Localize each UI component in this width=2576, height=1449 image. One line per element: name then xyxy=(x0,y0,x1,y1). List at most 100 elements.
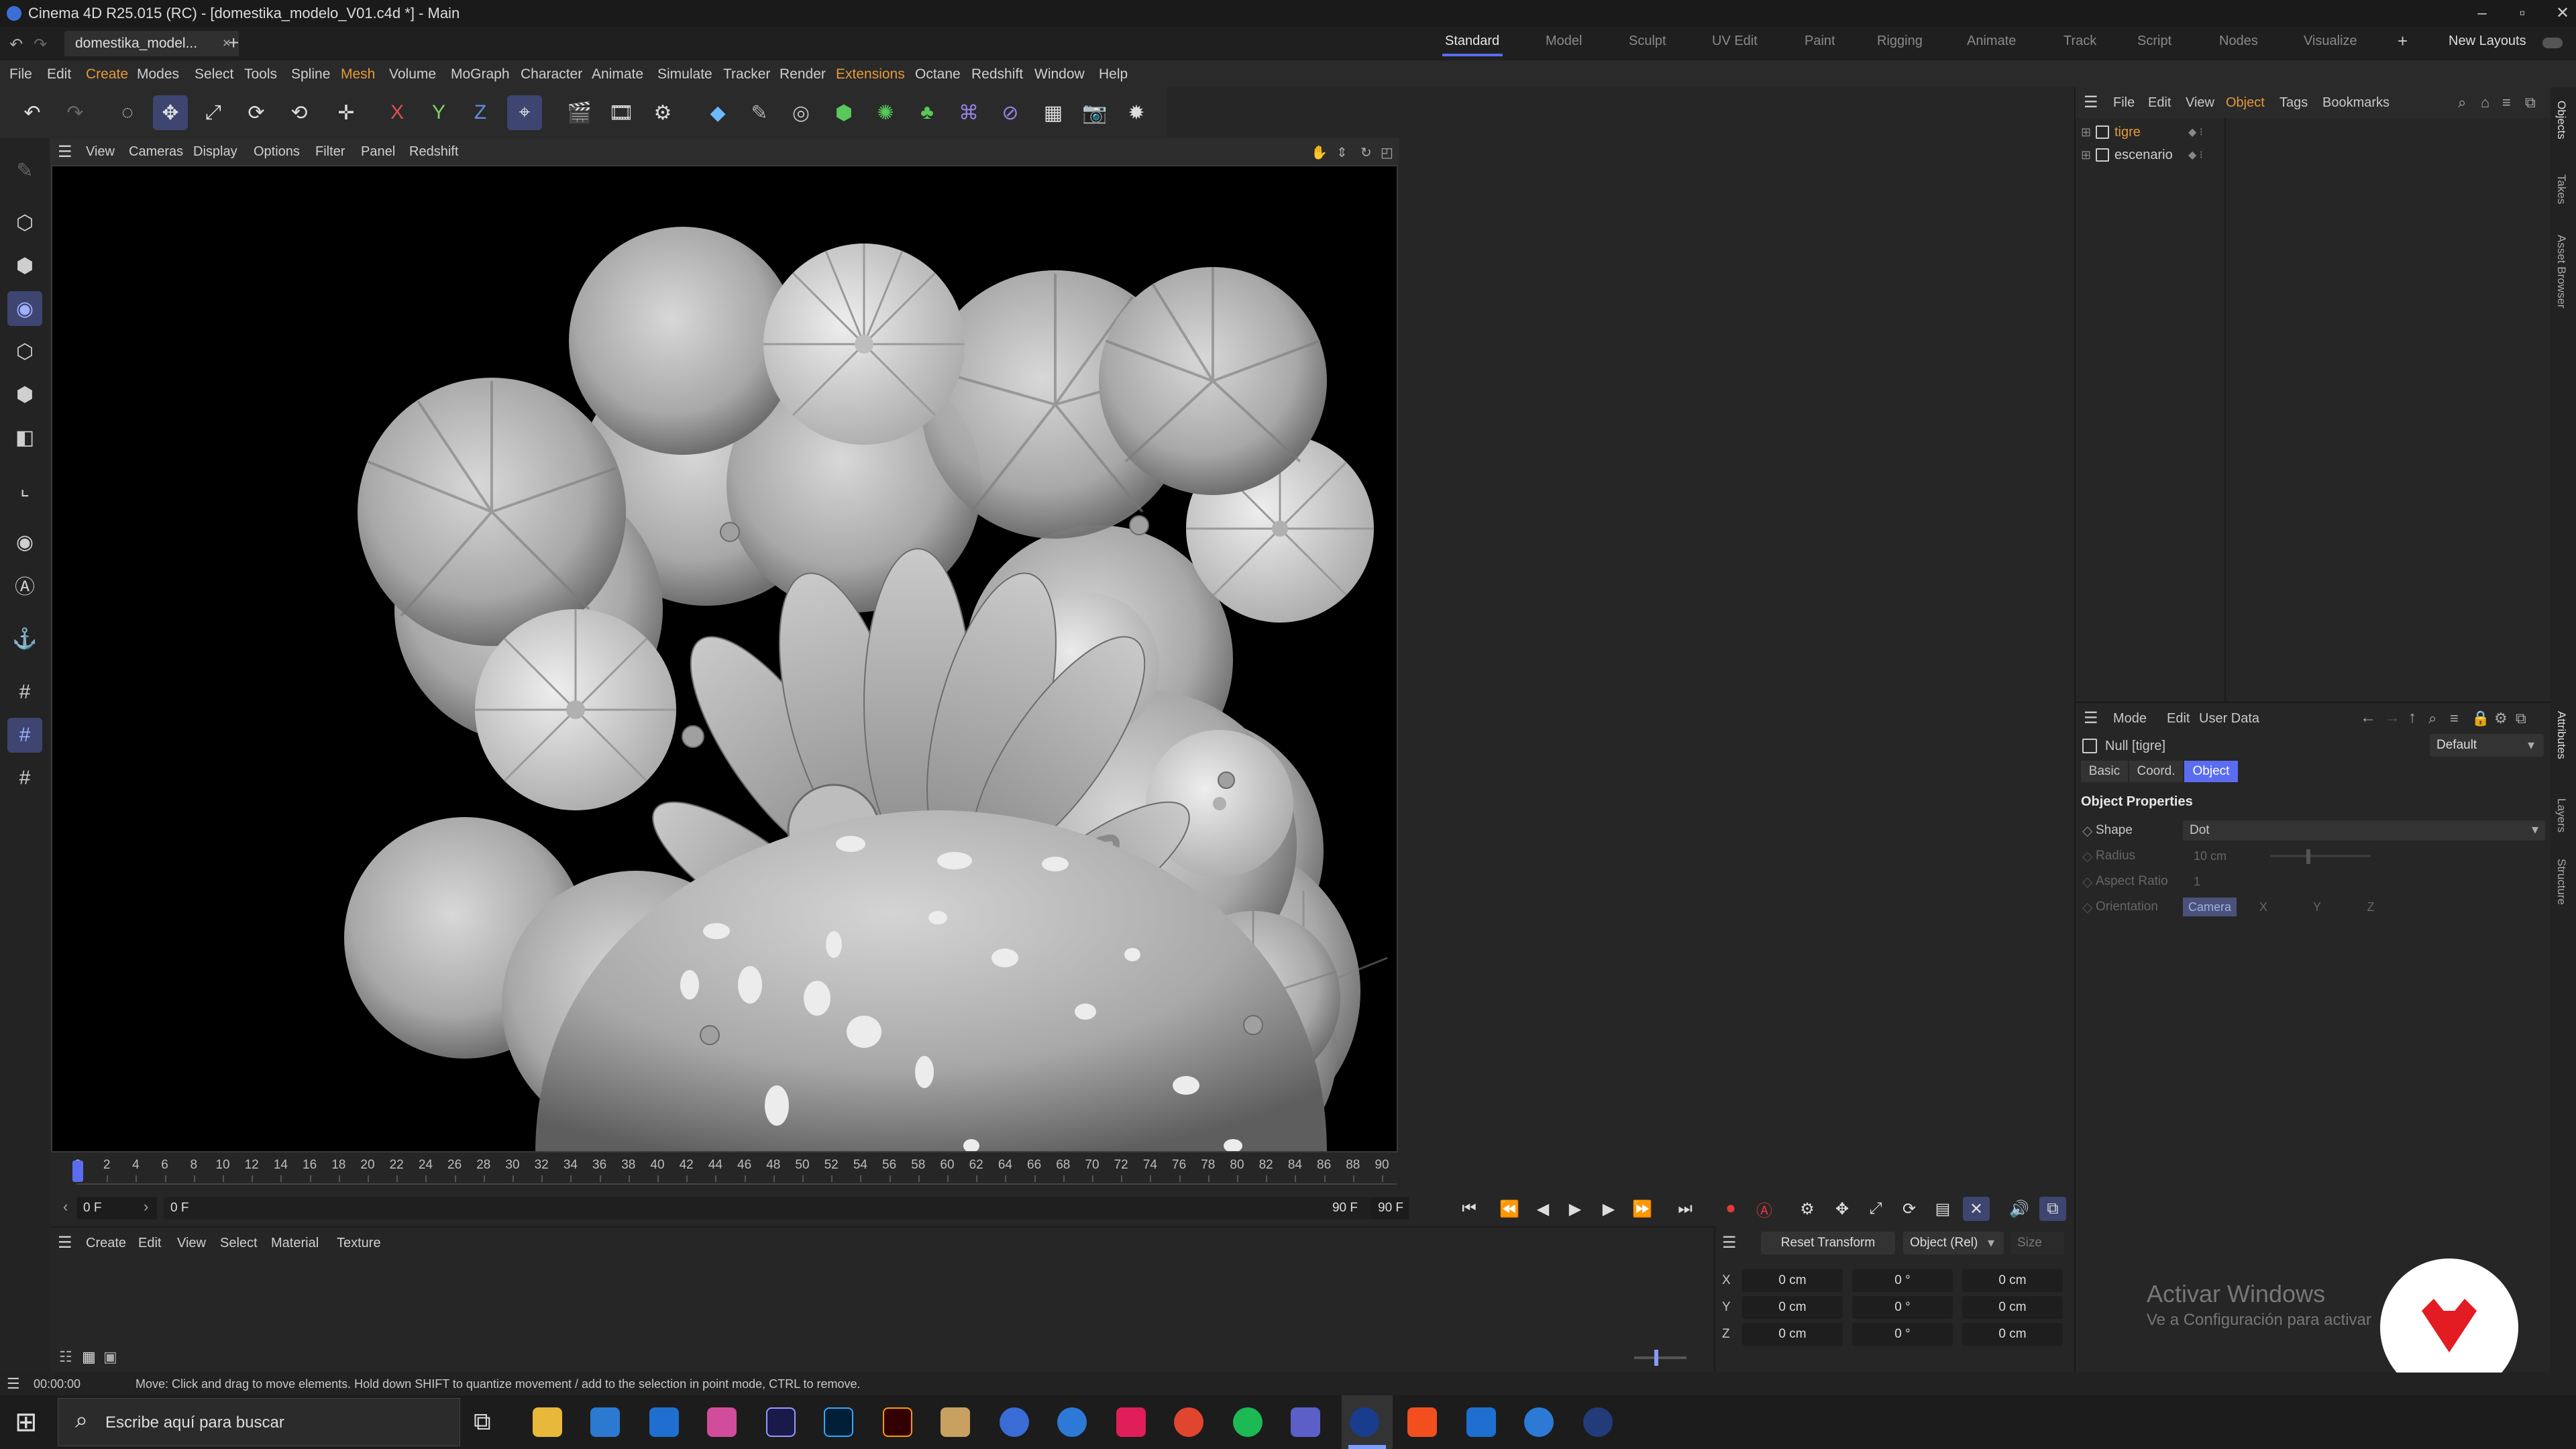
subdivision-surface-icon[interactable]: ◎ xyxy=(784,95,818,130)
taskbar-search-box[interactable]: Escribe aquí para buscar xyxy=(58,1398,460,1446)
record-icon[interactable]: ⏺ xyxy=(1717,1197,1744,1221)
chrome-icon[interactable] xyxy=(1174,1407,1203,1437)
layer-visibility-icon[interactable]: ◆ ⁝ xyxy=(2188,125,2203,139)
microsoft-store-icon[interactable] xyxy=(590,1407,620,1437)
viewport-menu-options[interactable]: Options xyxy=(254,144,300,160)
spotify-icon[interactable] xyxy=(1233,1407,1263,1437)
menu-tracker[interactable]: Tracker xyxy=(723,66,770,83)
mail-icon[interactable] xyxy=(649,1407,679,1437)
menu-edit[interactable]: Edit xyxy=(47,66,71,83)
onedrive-icon[interactable] xyxy=(1057,1407,1087,1437)
viewport-menu-redshift[interactable]: Redshift xyxy=(409,144,458,160)
objects-home-icon[interactable]: ⌂ xyxy=(2481,94,2489,111)
tab-basic[interactable]: Basic xyxy=(2081,761,2128,782)
layout-tab-rigging[interactable]: Rigging xyxy=(1877,34,1923,49)
edge-mode-icon[interactable]: ⬡ xyxy=(7,334,42,369)
viewport-menu-filter[interactable]: Filter xyxy=(315,144,345,160)
field-icon[interactable]: ⊘ xyxy=(993,95,1028,130)
sound-icon[interactable]: 🔊 xyxy=(2006,1197,2033,1221)
play-icon[interactable]: ▶ xyxy=(1562,1197,1589,1221)
document-tab[interactable]: domestika_model... × xyxy=(64,31,239,56)
coord-pos-field[interactable]: 0 cm xyxy=(1742,1269,1843,1292)
cloner-icon[interactable]: ✺ xyxy=(868,95,903,130)
render-picture-viewer-icon[interactable]: 🎞 xyxy=(604,95,639,130)
thumbnail-size-handle[interactable] xyxy=(1654,1350,1658,1366)
layout-tab-visualize[interactable]: Visualize xyxy=(2304,34,2357,49)
material-menu-select[interactable]: Select xyxy=(220,1236,258,1251)
layout-tab-track[interactable]: Track xyxy=(2063,34,2096,49)
move-tool-icon[interactable]: ✥ xyxy=(153,95,188,130)
object-row-escenario[interactable]: ⊞ escenario ◆ ⁝ xyxy=(2081,144,2551,166)
camera-icon[interactable]: 📷 xyxy=(1077,95,1112,130)
viewport-hamburger-icon[interactable]: ☰ xyxy=(58,142,72,162)
layout-tab-animate[interactable]: Animate xyxy=(1967,34,2016,49)
tab-coord[interactable]: Coord. xyxy=(2129,761,2183,782)
solo-mode-icon[interactable]: ◉ xyxy=(7,525,42,559)
parameter-key-icon[interactable]: ▤ xyxy=(1929,1197,1956,1221)
objects-filter-icon[interactable]: ≡ xyxy=(2502,94,2511,111)
menu-spline[interactable]: Spline xyxy=(291,66,330,83)
file-explorer-icon[interactable] xyxy=(533,1407,562,1437)
preset-dropdown[interactable]: Default xyxy=(2430,734,2544,757)
back-arrow-icon[interactable]: ← xyxy=(2360,708,2376,727)
dock-tab-layers[interactable]: Layers xyxy=(2555,798,2568,833)
orientation-x-button[interactable]: X xyxy=(2237,900,2290,914)
redo-history-icon[interactable]: ↷ xyxy=(34,35,47,54)
figma-icon[interactable] xyxy=(1407,1407,1437,1437)
menu-octane[interactable]: Octane xyxy=(915,66,961,83)
auto-key-icon[interactable]: Ⓐ xyxy=(1751,1197,1778,1221)
slack-icon[interactable] xyxy=(1116,1407,1146,1437)
windows-start-icon[interactable]: ⊞ xyxy=(15,1407,38,1437)
material-menu-texture[interactable]: Texture xyxy=(337,1236,381,1251)
attributes-menu-user-data[interactable]: User Data xyxy=(2199,711,2259,727)
forward-arrow-icon[interactable]: → xyxy=(2384,708,2400,727)
attributes-settings-icon[interactable]: ⚙ xyxy=(2494,710,2508,727)
menu-select[interactable]: Select xyxy=(195,66,233,83)
dock-tab-takes[interactable]: Takes xyxy=(2555,174,2568,204)
b-app-icon[interactable] xyxy=(1466,1407,1496,1437)
menu-tools[interactable]: Tools xyxy=(244,66,277,83)
next-key-icon[interactable]: ⏩ xyxy=(1629,1197,1656,1221)
material-menu-hamburger-icon[interactable]: ☰ xyxy=(58,1233,72,1252)
model-mode-icon[interactable]: ⬡ xyxy=(7,205,42,240)
orientation-y-button[interactable]: Y xyxy=(2290,900,2344,914)
layer-visibility-icon[interactable]: ◆ ⁝ xyxy=(2188,148,2203,162)
aspect-ratio-field[interactable]: 1 xyxy=(2183,875,2270,889)
dock-tab-objects[interactable]: Objects xyxy=(2555,101,2568,140)
viewport-menu-panel[interactable]: Panel xyxy=(361,144,395,160)
locked-workplane-icon[interactable]: # xyxy=(7,718,42,753)
menu-window[interactable]: Window xyxy=(1034,66,1085,83)
animate-diamond-icon[interactable]: ◇ xyxy=(2082,848,2096,865)
thumbnail-size-slider[interactable] xyxy=(1634,1356,1686,1359)
rotate-tool-icon[interactable]: ⟳ xyxy=(239,95,274,130)
dock-tab-structure[interactable]: Structure xyxy=(2555,859,2568,905)
objects-search-icon[interactable]: ⌕ xyxy=(2458,94,2466,111)
undo-history-icon[interactable]: ↶ xyxy=(9,35,23,54)
polygon-mode-icon[interactable]: ⬢ xyxy=(7,377,42,412)
photos-icon[interactable] xyxy=(707,1407,737,1437)
list-view-icon[interactable]: ☷ xyxy=(59,1348,72,1366)
cinema4d-taskbar-icon[interactable] xyxy=(1350,1407,1379,1437)
viewport-pan-icon[interactable]: ✋ xyxy=(1311,144,1328,161)
snipping-tool-icon[interactable] xyxy=(941,1407,970,1437)
viewport-orbit-icon[interactable]: ↻ xyxy=(1360,144,1372,161)
frame-step-left-icon[interactable]: ‹ xyxy=(63,1198,68,1216)
y-axis-lock-icon[interactable]: Y xyxy=(421,95,456,130)
objects-hamburger-icon[interactable]: ☰ xyxy=(2084,93,2098,112)
objects-menu-view[interactable]: View xyxy=(2186,95,2214,111)
coords-hamburger-icon[interactable]: ☰ xyxy=(1722,1233,1737,1252)
extrude-generator-icon[interactable]: ⬢ xyxy=(826,95,861,130)
redo-icon[interactable]: ↷ xyxy=(58,95,93,130)
make-editable-icon[interactable]: ✎ xyxy=(7,153,42,188)
menu-redshift[interactable]: Redshift xyxy=(971,66,1023,83)
layout-tab-sculpt[interactable]: Sculpt xyxy=(1629,34,1666,49)
workplane-icon[interactable]: # xyxy=(7,675,42,710)
next-frame-icon[interactable]: ▶ xyxy=(1595,1197,1622,1221)
objects-menu-file[interactable]: File xyxy=(2113,95,2135,111)
objects-menu-edit[interactable]: Edit xyxy=(2148,95,2171,111)
point-mode-icon[interactable]: ◉ xyxy=(7,291,42,326)
photoshop-icon[interactable] xyxy=(824,1407,853,1437)
spline-pen-icon[interactable]: ✎ xyxy=(742,95,777,130)
axis-mode-icon[interactable]: ⌞ xyxy=(7,471,42,506)
viewport-dolly-icon[interactable]: ⇕ xyxy=(1336,144,1348,161)
